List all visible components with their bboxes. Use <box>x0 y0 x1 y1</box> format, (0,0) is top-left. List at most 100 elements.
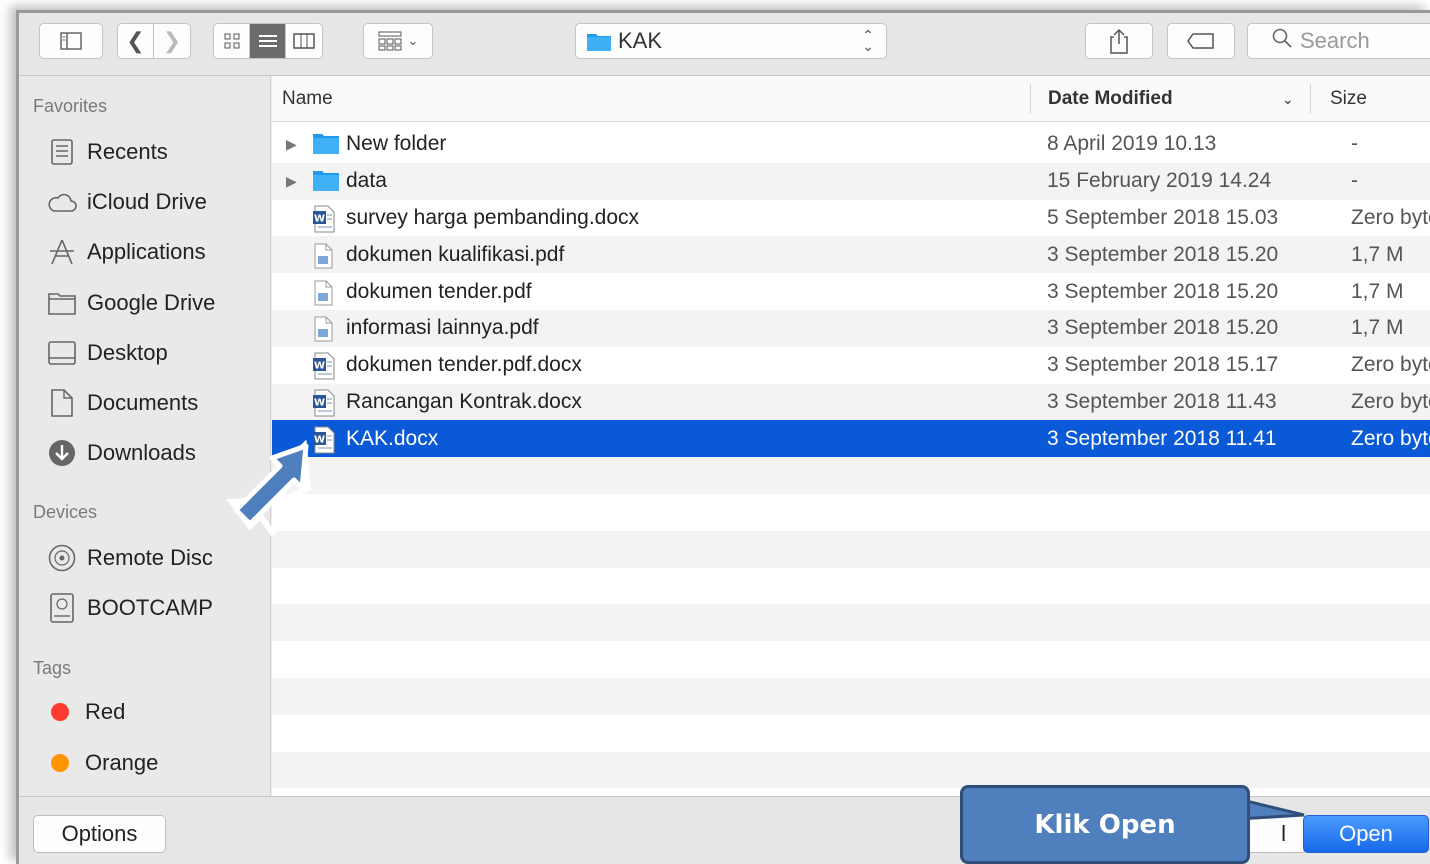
file-size: Zero byte <box>1351 426 1430 450</box>
sidebar-item-tag-red[interactable]: Red <box>47 694 125 730</box>
callout-pointer <box>1238 797 1305 821</box>
empty-row <box>272 677 1430 715</box>
column-header-date-modified[interactable]: Date Modified <box>1048 76 1173 122</box>
sort-chevron-down-icon[interactable]: ⌄ <box>1282 76 1294 122</box>
file-name: dokumen tender.pdf.docx <box>346 353 582 377</box>
file-date-modified: 3 September 2018 15.20 <box>1047 242 1279 266</box>
devices-heading: Devices <box>33 502 98 522</box>
search-icon <box>1272 28 1292 54</box>
arrange-button[interactable]: ⌄ <box>363 23 433 59</box>
desktop-icon <box>47 338 77 368</box>
sidebar-item-google-drive[interactable]: Google Drive <box>47 285 215 321</box>
view-mode-control <box>213 23 323 59</box>
sidebar-item-label: Recents <box>87 139 168 164</box>
search-field[interactable]: Search <box>1247 23 1430 59</box>
file-row[interactable]: ▶ data 15 February 2019 14.24 - <box>272 162 1430 200</box>
file-name: New folder <box>346 132 447 156</box>
word-document-icon: W <box>312 352 340 380</box>
file-date-modified: 8 April 2019 10.13 <box>1047 132 1217 156</box>
sidebar-item-label: Orange <box>85 750 159 775</box>
file-name: data <box>346 169 387 193</box>
updown-chevron-icon: ⌃ ⌄ <box>862 27 874 54</box>
column-divider[interactable] <box>1030 84 1031 114</box>
empty-row <box>272 715 1430 752</box>
file-size: Zero byte <box>1351 205 1430 229</box>
back-button[interactable]: ❮ <box>118 24 154 58</box>
icon-view-button[interactable] <box>214 24 250 58</box>
open-button[interactable]: Open <box>1303 815 1429 853</box>
disclosure-triangle-icon[interactable]: ▶ <box>286 173 297 190</box>
column-divider[interactable] <box>1310 84 1311 114</box>
file-name: informasi lainnya.pdf <box>346 316 539 340</box>
file-row[interactable]: dokumen kualifikasi.pdf 3 September 2018 … <box>272 236 1430 274</box>
empty-row <box>272 751 1430 789</box>
chevron-right-icon: ❯ <box>162 28 182 53</box>
toolbar: ❮ ❯ ⌄ KAK ⌃ ⌄ Search <box>19 13 1430 76</box>
sidebar-item-documents[interactable]: Documents <box>47 385 198 421</box>
file-row[interactable]: ▶ New folder 8 April 2019 10.13 - <box>272 126 1430 163</box>
file-size: Zero byte <box>1351 389 1430 413</box>
forward-button[interactable]: ❯ <box>154 24 190 58</box>
pointer-arrow-icon <box>226 440 312 536</box>
tag-icon <box>1187 33 1214 49</box>
word-document-icon: W <box>312 205 340 233</box>
word-document-icon: W <box>312 426 340 454</box>
orange-tag-dot-icon <box>51 754 69 772</box>
share-button[interactable] <box>1085 23 1153 59</box>
sidebar-toggle-button[interactable] <box>39 23 103 59</box>
tag-button[interactable] <box>1167 23 1235 59</box>
sidebar-item-desktop[interactable]: Desktop <box>47 335 168 371</box>
cloud-icon <box>47 187 77 217</box>
file-date-modified: 5 September 2018 15.03 <box>1047 205 1279 229</box>
file-date-modified: 3 September 2018 11.41 <box>1047 426 1277 450</box>
location-popup[interactable]: KAK ⌃ ⌄ <box>575 23 887 59</box>
file-row[interactable]: W Rancangan Kontrak.docx 3 September 2018 … <box>272 383 1430 421</box>
red-tag-dot-icon <box>51 703 69 721</box>
folder-icon <box>312 131 340 157</box>
word-document-icon: W <box>312 389 340 417</box>
sidebar-item-tag-orange[interactable]: Orange <box>47 745 158 781</box>
file-list: Name Date Modified ⌄ Size ▶ New folder 8 A… <box>272 76 1430 796</box>
file-name: survey harga pembanding.docx <box>346 205 640 229</box>
sidebar-toggle-icon <box>60 32 82 50</box>
sidebar-item-icloud-drive[interactable]: iCloud Drive <box>47 184 207 220</box>
column-header-name[interactable]: Name <box>282 76 333 122</box>
file-row[interactable]: Wdokumen tender.pdf.docx 3 September 2018… <box>272 347 1430 384</box>
file-date-modified: 3 September 2018 15.20 <box>1047 279 1279 303</box>
sidebar-item-downloads[interactable]: Downloads <box>47 435 196 471</box>
search-placeholder: Search <box>1300 28 1370 53</box>
chevron-left-icon: ❮ <box>126 28 145 53</box>
options-button[interactable]: Options <box>33 815 166 853</box>
sidebar-item-remote-disc[interactable]: Remote Disc <box>47 540 213 576</box>
empty-row <box>272 530 1430 568</box>
sidebar-item-bootcamp[interactable]: BOOTCAMP <box>47 590 213 626</box>
sidebar-item-label: iCloud Drive <box>87 189 207 214</box>
documents-icon <box>47 388 77 418</box>
arrange-icon <box>378 31 402 51</box>
open-file-dialog: ❮ ❯ ⌄ KAK ⌃ ⌄ Search Favorites Recents i… <box>16 10 1430 864</box>
file-row[interactable]: informasi lainnya.pdf 3 September 2018 15… <box>272 309 1430 347</box>
sidebar-item-applications[interactable]: Applications <box>47 234 206 270</box>
file-row[interactable]: Wsurvey harga pembanding.docx 5 September… <box>272 200 1430 237</box>
grid-icon <box>224 33 239 49</box>
file-name: Rancangan Kontrak.docx <box>346 389 582 413</box>
favorites-heading: Favorites <box>33 96 108 116</box>
disclosure-triangle-icon[interactable]: ▶ <box>286 136 297 153</box>
pdf-document-icon <box>312 242 340 269</box>
file-row[interactable]: WKAK.docx 3 September 2018 11.41 Zero byte <box>272 420 1430 458</box>
share-icon <box>1110 28 1128 54</box>
disc-icon <box>47 543 77 573</box>
file-row[interactable]: dokumen tender.pdf 3 September 2018 15.20… <box>272 273 1430 310</box>
chevron-down-icon: ⌄ <box>407 33 419 48</box>
list-view-button[interactable] <box>250 24 286 58</box>
downloads-icon <box>47 438 77 468</box>
sidebar-item-label: Documents <box>87 390 199 415</box>
file-date-modified: 15 February 2019 14.24 <box>1047 169 1272 193</box>
file-size: - <box>1351 132 1358 156</box>
column-view-button[interactable] <box>286 24 322 58</box>
column-header-size[interactable]: Size <box>1330 76 1367 122</box>
columns-icon <box>293 33 315 49</box>
sidebar-item-label: Red <box>85 699 126 724</box>
sidebar-item-recents[interactable]: Recents <box>47 134 168 170</box>
file-size: Zero byte <box>1351 353 1430 377</box>
